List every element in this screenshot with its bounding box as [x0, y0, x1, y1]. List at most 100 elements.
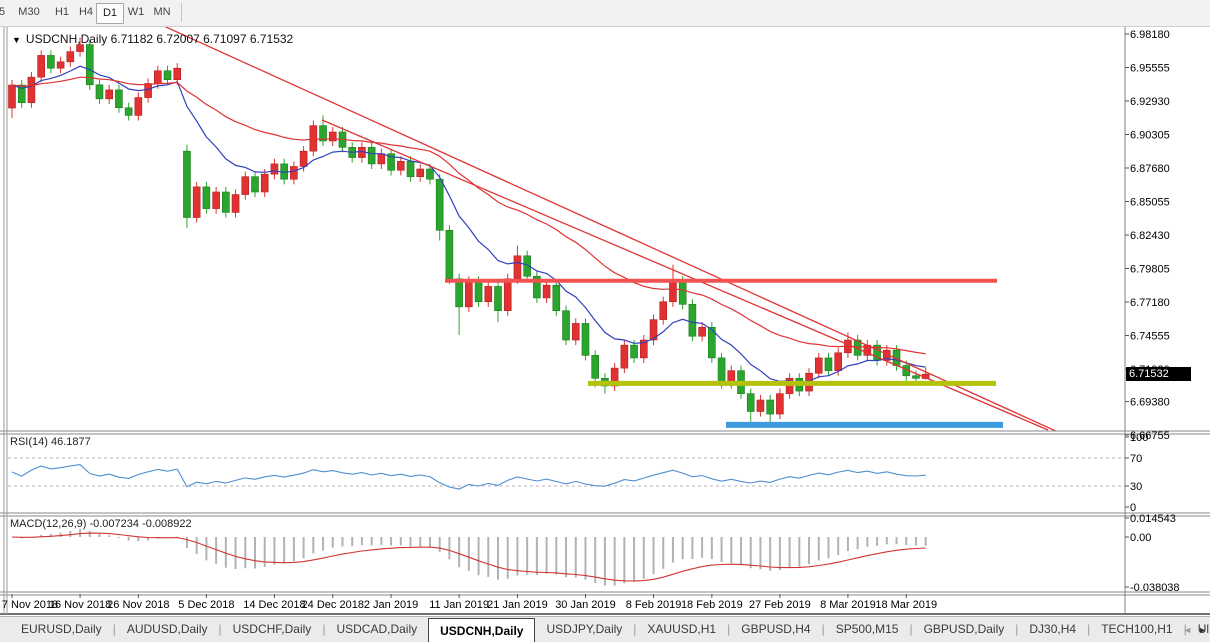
candle [571, 323, 580, 341]
candle [163, 70, 172, 80]
svg-text:5 Dec 2018: 5 Dec 2018 [178, 599, 234, 611]
candle [144, 83, 152, 98]
candle [630, 344, 638, 359]
timeframe-button-d1[interactable]: D1 [96, 3, 124, 24]
svg-text:6.82430: 6.82430 [1130, 230, 1170, 242]
svg-text:70: 70 [1130, 453, 1142, 465]
toolbar-separator [181, 3, 182, 22]
tab-sp500-m15[interactable]: SP500,M15 [825, 617, 910, 642]
svg-text:6.77180: 6.77180 [1130, 297, 1170, 309]
candle [552, 284, 561, 311]
candle [824, 357, 833, 371]
tab-usdcad-daily[interactable]: USDCAD,Daily [325, 617, 428, 642]
svg-text:18 Feb 2019: 18 Feb 2019 [681, 599, 743, 611]
candle [134, 97, 143, 116]
tab-audusd-daily[interactable]: AUDUSD,Daily [116, 617, 219, 642]
candle [309, 125, 318, 152]
candle [659, 301, 668, 320]
svg-text:6.98180: 6.98180 [1130, 29, 1170, 41]
svg-text:6.87680: 6.87680 [1130, 163, 1170, 175]
candle [37, 55, 45, 78]
candle [377, 153, 386, 165]
svg-text:6.69380: 6.69380 [1130, 397, 1170, 409]
candle [173, 67, 182, 80]
tab-gbpusd-daily[interactable]: GBPUSD,Daily [913, 617, 1016, 642]
timeframe-button-5[interactable]: 5 [0, 3, 8, 22]
tab-gbpusd-h4[interactable]: GBPUSD,H4 [730, 617, 821, 642]
candle [212, 191, 220, 209]
tab-usdcnh-daily[interactable]: USDCNH,Daily [428, 618, 536, 642]
svg-text:24 Dec 2018: 24 Dec 2018 [302, 599, 364, 611]
candle [105, 89, 113, 100]
tab-usdjpy-daily[interactable]: USDJPY,Daily [535, 617, 633, 642]
candle [678, 281, 687, 305]
candle [746, 393, 755, 412]
tab-scroll-right-icon[interactable]: ► [1198, 625, 1207, 635]
svg-text:6.85055: 6.85055 [1130, 197, 1170, 209]
macd-indicator-label: MACD(12,26,9) -0.007234 -0.008922 [10, 518, 192, 530]
candle [192, 186, 201, 218]
candle [591, 355, 600, 379]
candle [455, 278, 463, 308]
svg-text:16 Nov 2018: 16 Nov 2018 [49, 599, 111, 611]
tab-xauusd-h1[interactable]: XAUUSD,H1 [636, 617, 727, 642]
candle [202, 186, 211, 209]
candle [814, 357, 823, 374]
svg-text:30: 30 [1130, 481, 1142, 493]
candle [445, 229, 454, 280]
candle [717, 357, 726, 384]
timeframe-button-m30[interactable]: M30 [12, 3, 46, 22]
candle [8, 84, 16, 109]
candle [494, 286, 502, 311]
collapse-arrow-icon[interactable]: ▼ [12, 35, 21, 45]
candle [766, 399, 774, 415]
svg-text:30 Jan 2019: 30 Jan 2019 [555, 599, 616, 611]
svg-text:11 Jan 2019: 11 Jan 2019 [429, 599, 489, 611]
candle [484, 286, 493, 303]
candle [115, 89, 123, 109]
tab-usdchf-daily[interactable]: USDCHF,Daily [222, 617, 323, 642]
candle [328, 131, 337, 142]
chart-tab-bar: EURUSD,Daily | AUDUSD,Daily | USDCHF,Daily | U… [0, 616, 1210, 642]
candle [912, 375, 920, 379]
svg-text:27 Feb 2019: 27 Feb 2019 [749, 599, 811, 611]
candle [435, 178, 444, 231]
tab-dj30-h4[interactable]: DJ30,H4 [1018, 617, 1087, 642]
tab-tech100-h1[interactable]: TECH100,H1 [1090, 617, 1183, 642]
timeframe-button-h1[interactable]: H1 [49, 3, 75, 22]
chart-canvas[interactable]: 6.98180 6.95555 6.92930 6.90305 6.87680 6.850… [0, 0, 1210, 642]
candle [260, 173, 269, 193]
candle [367, 147, 376, 165]
svg-text:6.74555: 6.74555 [1130, 331, 1170, 343]
svg-text:8 Mar 2019: 8 Mar 2019 [820, 599, 876, 611]
rsi-indicator-label: RSI(14) 46.1877 [10, 436, 91, 448]
tab-scroll-left-icon[interactable]: ◄ [1183, 625, 1192, 635]
svg-text:6.79805: 6.79805 [1130, 264, 1170, 276]
svg-text:6.92930: 6.92930 [1130, 96, 1170, 108]
svg-text:8 Feb 2019: 8 Feb 2019 [626, 599, 682, 611]
candle [834, 352, 843, 371]
candle [396, 161, 405, 171]
candle [47, 55, 55, 69]
svg-text:6.95555: 6.95555 [1130, 63, 1170, 75]
candle [231, 194, 240, 213]
candle [406, 161, 415, 177]
candle [581, 323, 590, 356]
candle [465, 281, 473, 308]
candle [513, 255, 522, 280]
tab-eurusd-daily[interactable]: EURUSD,Daily [10, 617, 113, 642]
timeframe-button-w1[interactable]: W1 [123, 3, 149, 22]
candle [503, 278, 512, 311]
svg-text:21 Jan 2019: 21 Jan 2019 [487, 599, 548, 611]
candle [124, 107, 133, 116]
svg-text:26 Nov 2018: 26 Nov 2018 [107, 599, 169, 611]
timeframe-button-mn[interactable]: MN [148, 3, 176, 22]
candle [222, 191, 230, 213]
svg-text:100: 100 [1130, 432, 1148, 444]
svg-text:-0.038038: -0.038038 [1130, 582, 1180, 594]
candle [776, 393, 784, 415]
svg-text:0.014543: 0.014543 [1130, 513, 1176, 525]
svg-text:2 Jan 2019: 2 Jan 2019 [364, 599, 418, 611]
svg-text:14 Dec 2018: 14 Dec 2018 [243, 599, 305, 611]
svg-text:18 Mar 2019: 18 Mar 2019 [875, 599, 937, 611]
